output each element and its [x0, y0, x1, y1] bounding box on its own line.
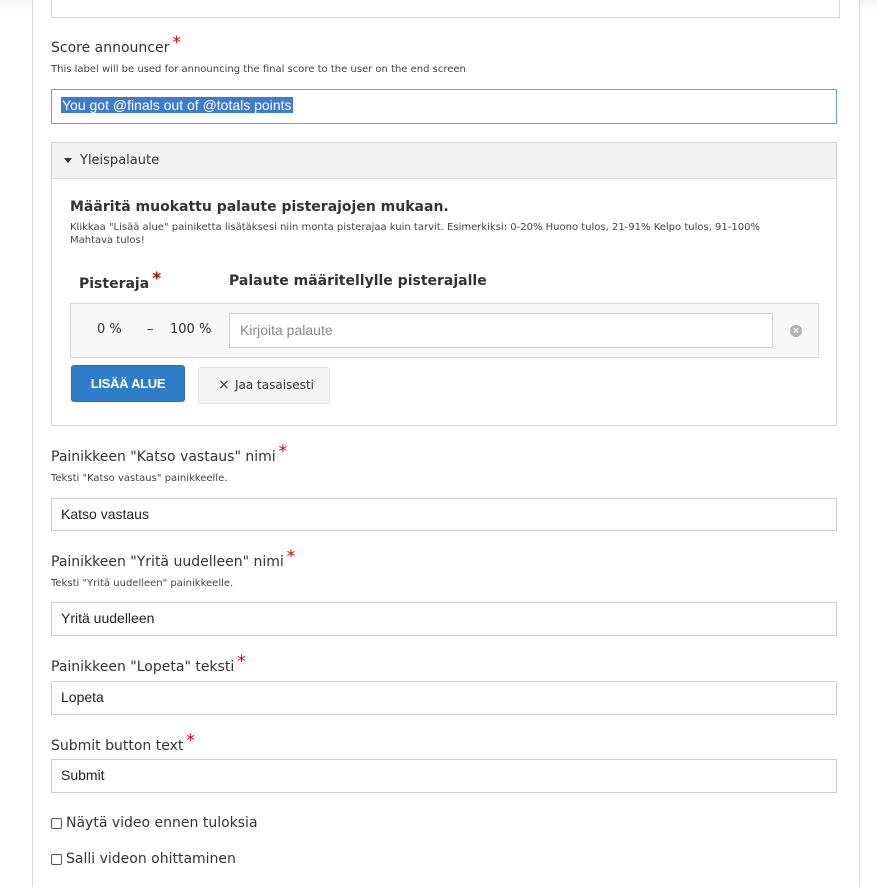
finish-input[interactable]: Lopeta	[51, 681, 837, 715]
range-dash: –	[147, 322, 154, 337]
feedback-heading: Määritä muokattu palaute pisterajojen mu…	[70, 199, 449, 215]
retry-description: Teksti "Yritä uudelleen" painikkeelle.	[51, 578, 234, 589]
show-solution-input[interactable]: Katso vastaus	[51, 498, 837, 531]
distribute-evenly-button[interactable]: × Jaa tasaisesti	[198, 367, 330, 404]
overall-feedback-title: Yleispalaute	[80, 153, 160, 168]
close-icon: ×	[218, 377, 230, 393]
feedback-text-input[interactable]: Kirjoita palaute	[229, 313, 773, 348]
show-solution-value: Katso vastaus	[61, 506, 149, 522]
range-row: 0 % – 100 % Kirjoita palaute ×	[70, 303, 819, 358]
caret-down-icon	[64, 158, 72, 163]
submit-label: Submit button text *	[51, 731, 195, 754]
required-asterisk: *	[152, 269, 162, 289]
feedback-placeholder: Kirjoita palaute	[240, 322, 333, 338]
finish-value: Lopeta	[61, 689, 104, 705]
required-asterisk: *	[172, 33, 181, 53]
required-asterisk: *	[278, 442, 288, 462]
skip-video-checkbox[interactable]	[51, 854, 62, 865]
show-video-checkbox[interactable]	[51, 818, 62, 829]
score-announcer-description: This label will be used for announcing t…	[51, 64, 466, 75]
required-asterisk: *	[186, 731, 195, 751]
finish-label: Painikkeen "Lopeta" teksti *	[51, 652, 246, 675]
show-solution-label: Painikkeen "Katso vastaus" nimi *	[51, 442, 288, 465]
feedback-column-header: Palaute määritellylle pisterajalle	[229, 273, 487, 289]
range-to: 100 %	[170, 322, 212, 337]
range-from: 0 %	[97, 322, 122, 337]
feedback-help-line2: Mahtava tulos!	[70, 235, 145, 246]
range-column-header: Pisteraja *	[79, 269, 162, 292]
distribute-evenly-label: Jaa tasaisesti	[235, 378, 314, 392]
retry-input[interactable]: Yritä uudelleen	[51, 602, 837, 636]
score-announcer-input[interactable]: You got @finals out of @totals points	[51, 89, 837, 124]
show-solution-description: Teksti "Katso vastaus" painikkeelle.	[51, 473, 228, 484]
feedback-help-line1: Klikkaa "Lisää alue" painiketta lisätäks…	[70, 222, 760, 233]
overall-feedback-header[interactable]: Yleispalaute	[52, 143, 836, 179]
submit-value: Submit	[61, 767, 105, 783]
submit-input[interactable]: Submit	[51, 759, 837, 793]
score-announcer-value: You got @finals out of @totals points	[61, 97, 293, 113]
remove-range-icon[interactable]: ×	[790, 325, 802, 337]
required-asterisk: *	[237, 652, 246, 672]
score-announcer-label: Score announcer *	[51, 33, 181, 56]
show-video-label[interactable]: Näytä video ennen tuloksia	[66, 815, 258, 831]
retry-label: Painikkeen "Yritä uudelleen" nimi *	[51, 547, 296, 570]
previous-field-box	[51, 0, 840, 18]
skip-video-label[interactable]: Salli videon ohittaminen	[66, 851, 236, 867]
overall-feedback-group: Yleispalaute Määritä muokattu palaute pi…	[51, 142, 837, 426]
retry-value: Yritä uudelleen	[61, 610, 155, 626]
add-range-button[interactable]: LISÄÄ ALUE	[71, 365, 185, 402]
required-asterisk: *	[286, 547, 296, 567]
